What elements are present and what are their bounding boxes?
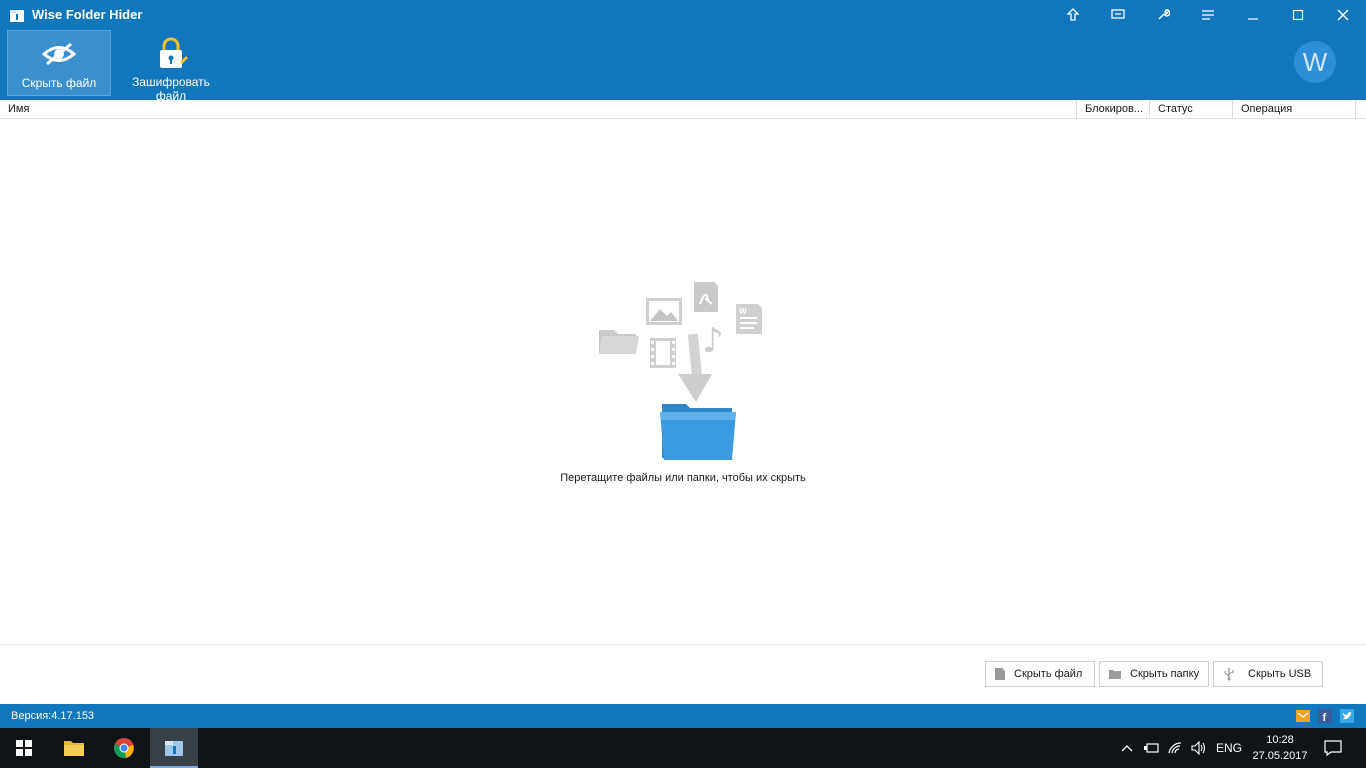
chrome-icon xyxy=(114,738,134,759)
usb-icon xyxy=(1224,668,1234,681)
feedback-button[interactable] xyxy=(1095,0,1140,30)
upgrade-button[interactable] xyxy=(1050,0,1095,30)
network-tray[interactable] xyxy=(1164,728,1186,768)
taskbar-file-explorer[interactable] xyxy=(50,728,98,768)
tools-button[interactable] xyxy=(1140,0,1185,30)
battery-tray[interactable] xyxy=(1140,728,1162,768)
encrypt-file-tab[interactable]: Зашифровать файл xyxy=(119,30,223,103)
taskbar-wise-folder-hider[interactable] xyxy=(150,728,198,768)
bottom-divider xyxy=(0,644,1366,645)
windows-taskbar: ENG 10:28 27.05.2017 xyxy=(0,728,1366,768)
encrypt-file-tab-label: Зашифровать файл xyxy=(132,75,210,103)
file-icon xyxy=(995,668,1005,680)
hide-usb-button-label: Скрыть USB xyxy=(1248,668,1312,680)
wifi-icon xyxy=(1168,742,1182,754)
image-file-icon xyxy=(646,298,682,325)
hide-file-button-label: Скрыть файл xyxy=(1014,668,1083,680)
status-bar: Версия:4.17.153 f xyxy=(0,704,1366,728)
drop-hint-text: Перетащите файлы или папки, чтобы их скр… xyxy=(560,472,806,484)
video-file-icon xyxy=(650,338,676,368)
account-avatar[interactable]: W xyxy=(1294,41,1336,83)
wise-folder-hider-icon xyxy=(165,741,183,756)
padlock-icon xyxy=(160,37,188,68)
music-file-icon: ♪ xyxy=(702,321,724,361)
upgrade-arrow-icon xyxy=(1065,8,1080,21)
email-icon[interactable] xyxy=(1296,709,1310,723)
wrench-icon xyxy=(1158,9,1170,20)
svg-text:♪: ♪ xyxy=(702,321,724,361)
column-status[interactable]: Статус xyxy=(1150,100,1233,119)
svg-text:f: f xyxy=(1323,712,1327,723)
menu-icon xyxy=(1201,10,1214,20)
title-bar: Wise Folder Hider xyxy=(0,0,1366,30)
close-icon xyxy=(1337,9,1348,21)
minimize-button[interactable] xyxy=(1230,0,1275,30)
document-file-icon: W xyxy=(736,304,762,334)
folder-icon xyxy=(1109,670,1121,679)
hide-usb-button[interactable]: Скрыть USB xyxy=(1213,661,1323,687)
file-list-header: Имя Блокиров... Статус Операция xyxy=(0,100,1366,119)
maximize-button[interactable] xyxy=(1275,0,1320,30)
pdf-file-icon xyxy=(694,282,718,312)
hide-file-button[interactable]: Скрыть файл xyxy=(985,661,1095,687)
menu-button[interactable] xyxy=(1185,0,1230,30)
file-explorer-icon xyxy=(64,741,84,756)
app-title: Wise Folder Hider xyxy=(32,7,143,22)
minimize-icon xyxy=(1247,18,1258,20)
windows-logo-icon xyxy=(16,740,32,756)
folder-icon xyxy=(599,330,639,354)
target-folder-icon xyxy=(660,404,736,460)
app-logo-icon xyxy=(10,10,24,22)
taskbar-chrome[interactable] xyxy=(100,728,148,768)
volume-tray[interactable] xyxy=(1188,728,1210,768)
maximize-icon xyxy=(1292,9,1303,21)
column-operation[interactable]: Операция xyxy=(1233,100,1356,119)
app-header: Wise Folder Hider Скрыть файл Зашифроват… xyxy=(0,0,1366,103)
battery-icon xyxy=(1144,743,1159,753)
system-clock[interactable]: 10:28 27.05.2017 xyxy=(1252,732,1308,764)
chevron-up-icon xyxy=(1121,745,1133,752)
hide-folder-button-label: Скрыть папку xyxy=(1130,668,1200,680)
speaker-icon xyxy=(1191,741,1206,755)
message-icon xyxy=(1110,9,1125,19)
version-label: Версия:4.17.153 xyxy=(11,710,95,722)
hide-file-tab-label: Скрыть файл xyxy=(21,76,97,90)
start-button[interactable] xyxy=(0,728,48,768)
close-button[interactable] xyxy=(1320,0,1365,30)
hide-folder-button[interactable]: Скрыть папку xyxy=(1099,661,1209,687)
twitter-icon[interactable] xyxy=(1340,709,1354,723)
drop-zone-illustration: W ♪ xyxy=(599,282,762,460)
facebook-icon[interactable]: f xyxy=(1318,709,1332,723)
column-name[interactable]: Имя xyxy=(0,100,1077,119)
action-center-button[interactable] xyxy=(1318,728,1348,768)
svg-text:W: W xyxy=(739,307,747,316)
column-lock[interactable]: Блокиров... xyxy=(1077,100,1150,119)
hide-file-tab[interactable]: Скрыть файл xyxy=(7,30,111,96)
clock-time: 10:28 xyxy=(1266,734,1294,746)
notification-icon xyxy=(1324,740,1342,756)
hidden-eye-icon xyxy=(41,42,77,66)
show-hidden-icons[interactable] xyxy=(1118,728,1136,768)
clock-date: 27.05.2017 xyxy=(1252,750,1308,762)
input-language[interactable]: ENG xyxy=(1212,728,1246,768)
